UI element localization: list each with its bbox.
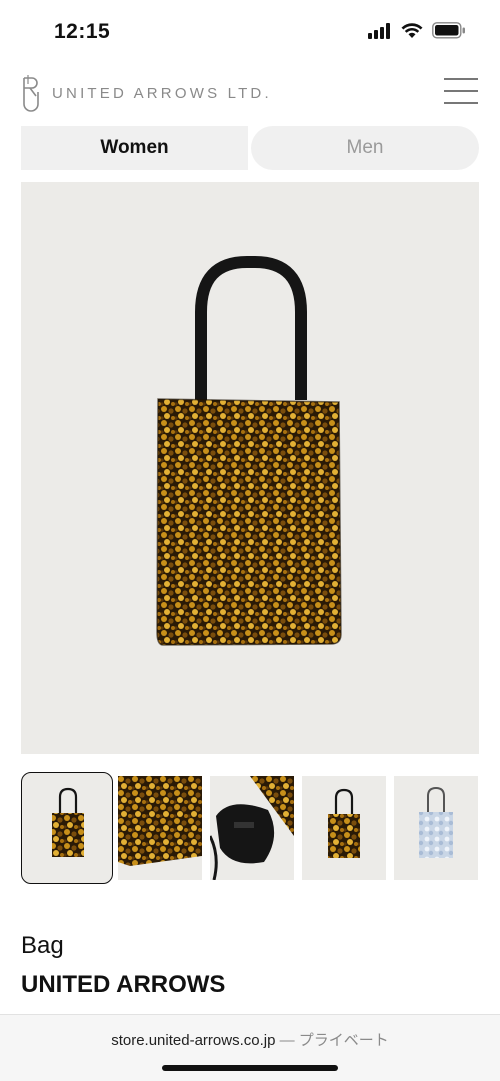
status-bar: 12:15 xyxy=(0,0,500,66)
thumbnail-1[interactable] xyxy=(21,772,113,884)
united-arrows-logo-icon[interactable] xyxy=(20,74,42,112)
url-domain: store.united-arrows.co.jp xyxy=(111,1032,276,1049)
status-time: 12:15 xyxy=(54,20,111,43)
product-brand[interactable]: UNITED ARROWS xyxy=(21,971,225,999)
brand-logo-text[interactable]: UNITED ARROWS LTD. xyxy=(52,85,272,102)
private-mode-label: — プライベート xyxy=(275,1032,389,1049)
hamburger-menu-button[interactable] xyxy=(444,78,478,104)
battery-icon xyxy=(432,22,465,39)
sequin-tote-bag-image xyxy=(156,256,342,646)
url-text[interactable]: store.united-arrows.co.jp — プライベート xyxy=(0,1029,500,1050)
thumbnail-4[interactable] xyxy=(302,776,386,880)
gold-sequin-tote-thumbnail-icon xyxy=(52,787,84,857)
cellular-signal-icon xyxy=(368,22,390,39)
product-main-image[interactable] xyxy=(21,182,479,754)
product-category: Bag xyxy=(21,932,64,959)
thumbnail-2[interactable] xyxy=(118,776,202,880)
gender-tabs: Women Men xyxy=(21,126,479,170)
status-icons xyxy=(368,22,466,39)
menu-line-icon xyxy=(444,90,478,92)
menu-line-icon xyxy=(444,102,478,104)
home-indicator[interactable] xyxy=(162,1065,338,1071)
sequin-closeup-thumbnail-icon xyxy=(118,776,202,866)
wifi-icon xyxy=(401,22,423,38)
tab-men[interactable]: Men xyxy=(251,126,479,170)
thumbnail-5[interactable] xyxy=(394,776,478,880)
bag-interior-thumbnail-icon xyxy=(210,776,294,880)
product-thumbnail-gallery xyxy=(21,772,481,884)
tab-women[interactable]: Women xyxy=(21,126,248,170)
browser-address-bar[interactable]: store.united-arrows.co.jp — プライベート xyxy=(0,1014,500,1081)
menu-line-icon xyxy=(444,78,478,80)
silver-sequin-tote-thumbnail-icon xyxy=(419,786,453,858)
site-header: UNITED ARROWS LTD. xyxy=(0,66,500,122)
gold-sequin-tote-thumbnail-icon xyxy=(328,788,360,858)
thumbnail-3[interactable] xyxy=(210,776,294,880)
